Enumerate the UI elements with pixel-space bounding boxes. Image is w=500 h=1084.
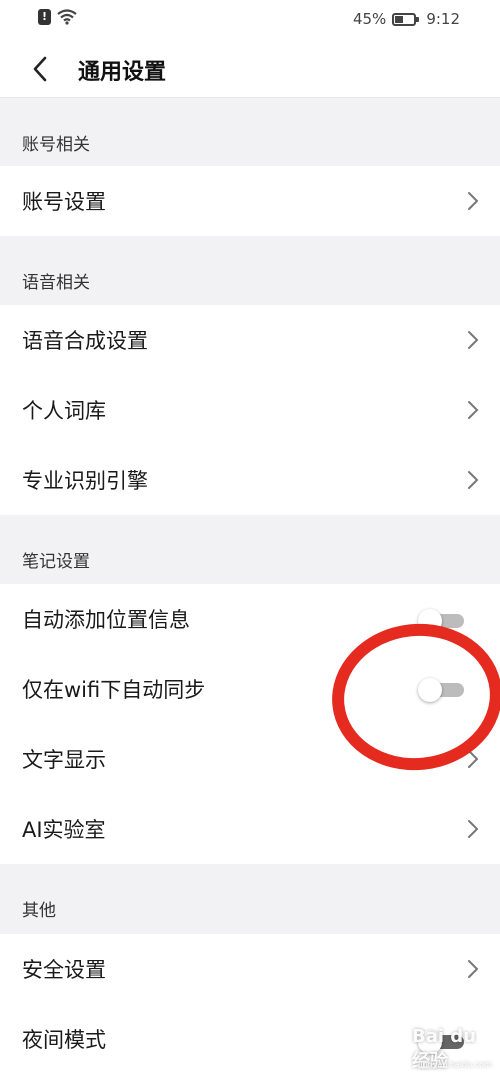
row-label: 文字显示 — [22, 748, 106, 772]
status-bar: ! 45% 9:12 — [0, 0, 500, 40]
chevron-right-icon — [468, 331, 479, 349]
sim-alert-icon: ! — [38, 9, 51, 25]
status-right: 45% 9:12 — [353, 10, 460, 28]
top-app-bar: 通用设置 — [0, 40, 500, 98]
night-mode-toggle[interactable] — [418, 1030, 464, 1054]
wifi-sync-toggle[interactable] — [418, 678, 464, 702]
row-label: 个人词库 — [22, 399, 106, 423]
chevron-right-icon — [468, 750, 479, 768]
row-label: 专业识别引擎 — [22, 469, 148, 493]
section-header-other: 其他 — [0, 864, 500, 932]
row-account-settings[interactable]: 账号设置 — [0, 166, 500, 236]
row-ai-lab[interactable]: AI实验室 — [0, 794, 500, 864]
row-label: 安全设置 — [22, 958, 106, 982]
row-label: AI实验室 — [22, 818, 106, 842]
chevron-right-icon — [468, 471, 479, 489]
wifi-icon — [57, 9, 77, 25]
section-title: 语音相关 — [22, 273, 90, 293]
row-recognition-engine[interactable]: 专业识别引擎 — [0, 445, 500, 515]
battery-icon — [392, 12, 420, 26]
row-label: 夜间模式 — [22, 1028, 106, 1052]
section-header-notes: 笔记设置 — [0, 515, 500, 583]
chevron-right-icon — [468, 820, 479, 838]
chevron-right-icon — [468, 960, 479, 978]
toggle-knob — [418, 1030, 442, 1054]
section-title: 账号相关 — [22, 135, 90, 155]
chevron-right-icon — [468, 401, 479, 419]
row-personal-lexicon[interactable]: 个人词库 — [0, 375, 500, 445]
row-label: 语音合成设置 — [22, 329, 148, 353]
section-header-account: 账号相关 — [0, 98, 500, 166]
status-left: ! — [38, 9, 77, 25]
row-text-display[interactable]: 文字显示 — [0, 724, 500, 794]
back-arrow-icon[interactable] — [28, 55, 54, 83]
section-header-voice: 语音相关 — [0, 236, 500, 304]
chevron-right-icon — [468, 192, 479, 210]
section-title: 笔记设置 — [22, 552, 90, 572]
toggle-knob — [418, 678, 442, 702]
row-auto-location: 自动添加位置信息 — [0, 584, 500, 654]
section-title: 其他 — [22, 901, 56, 921]
row-night-mode: 夜间模式 — [0, 1004, 500, 1084]
battery-percent: 45% — [352, 10, 387, 28]
row-label: 自动添加位置信息 — [22, 608, 190, 632]
row-label: 账号设置 — [22, 190, 106, 214]
page-title: 通用设置 — [78, 60, 167, 85]
row-wifi-sync: 仅在wifi下自动同步 — [0, 654, 500, 724]
clock: 9:12 — [426, 10, 460, 28]
row-tts-settings[interactable]: 语音合成设置 — [0, 305, 500, 375]
toggle-knob — [418, 609, 442, 633]
auto-location-toggle[interactable] — [418, 609, 464, 633]
row-label: 仅在wifi下自动同步 — [22, 678, 206, 702]
row-security-settings[interactable]: 安全设置 — [0, 934, 500, 1004]
